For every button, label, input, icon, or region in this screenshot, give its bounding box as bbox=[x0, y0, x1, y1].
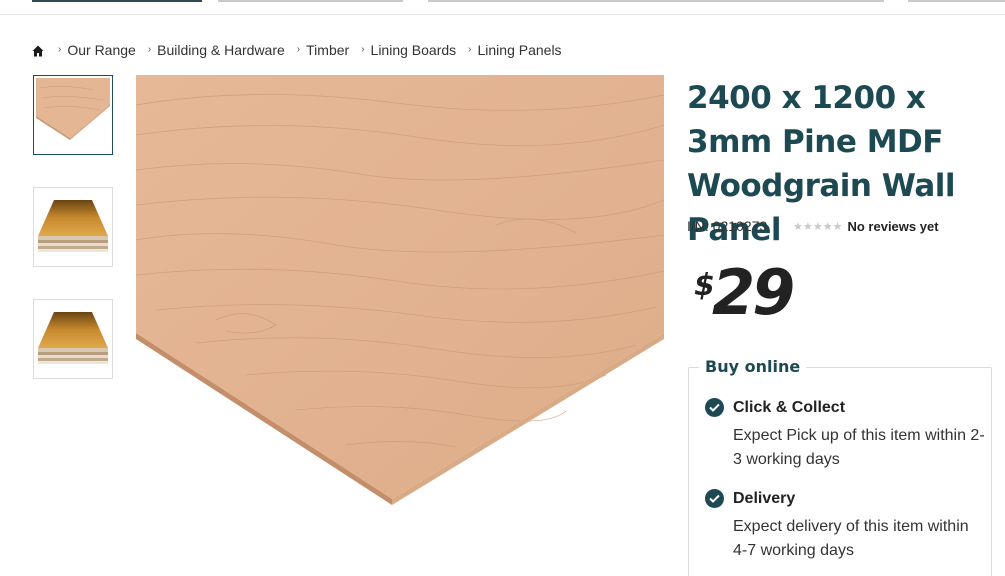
stacked-boards-thumbnail-image bbox=[38, 312, 108, 364]
chevron-right-icon: › bbox=[296, 43, 301, 55]
reviews-link[interactable]: No reviews yet bbox=[847, 219, 938, 234]
chevron-right-icon: › bbox=[468, 43, 472, 55]
stacked-boards-thumbnail-image bbox=[38, 200, 108, 252]
chevron-right-icon: › bbox=[58, 43, 62, 55]
option-description: Expect delivery of this item within 4-7 … bbox=[733, 518, 969, 559]
thumbnail-1[interactable] bbox=[33, 75, 113, 155]
fulfilment-option-delivery[interactable]: Delivery Expect delivery of this item wi… bbox=[705, 489, 985, 563]
thumbnail-3[interactable] bbox=[33, 299, 113, 379]
breadcrumb-timber[interactable]: Timber bbox=[306, 42, 349, 58]
rating-stars-icon[interactable]: ★★★★★ bbox=[793, 220, 842, 233]
option-name: Delivery bbox=[733, 489, 796, 507]
thumbnail-2[interactable] bbox=[33, 187, 113, 267]
chevron-right-icon: › bbox=[147, 43, 152, 55]
top-nav-bar bbox=[0, 0, 1005, 15]
buy-online-title: Buy online bbox=[699, 357, 807, 376]
item-number: I/N: 0210273 bbox=[687, 218, 768, 234]
price-amount: 29 bbox=[712, 256, 795, 329]
breadcrumb-building-hardware[interactable]: Building & Hardware bbox=[157, 42, 285, 58]
wood-panel-image bbox=[135, 75, 665, 505]
breadcrumb: › Our Range › Building & Hardware › Timber … bbox=[32, 41, 562, 59]
fulfilment-option-click-collect[interactable]: Click & Collect Expect Pick up of this i… bbox=[705, 398, 985, 472]
breadcrumb-lining-panels[interactable]: Lining Panels bbox=[478, 42, 562, 58]
home-icon[interactable] bbox=[32, 44, 44, 57]
wood-panel-thumbnail-image bbox=[36, 78, 110, 140]
top-nav-tab[interactable] bbox=[32, 0, 202, 2]
top-nav-tab[interactable] bbox=[428, 0, 884, 2]
chevron-right-icon: › bbox=[361, 43, 365, 55]
check-circle-icon bbox=[705, 489, 724, 508]
breadcrumb-lining-boards[interactable]: Lining Boards bbox=[371, 42, 457, 58]
check-circle-icon bbox=[705, 398, 724, 417]
top-nav-tab[interactable] bbox=[218, 0, 403, 2]
product-meta: I/N: 0210273 ★★★★★ No reviews yet bbox=[687, 218, 939, 234]
breadcrumb-our-range[interactable]: Our Range bbox=[67, 42, 135, 58]
option-name: Click & Collect bbox=[733, 398, 846, 416]
option-description: Expect Pick up of this item within 2-3 w… bbox=[733, 427, 985, 468]
top-nav-tab[interactable] bbox=[908, 0, 1005, 2]
main-product-image[interactable] bbox=[135, 75, 665, 505]
